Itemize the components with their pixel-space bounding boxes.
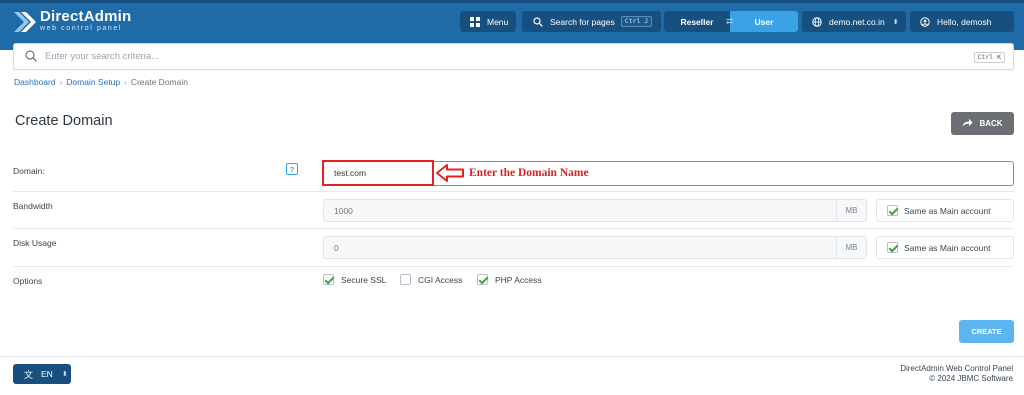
search-pages-button[interactable]: Search for pages Ctrl J xyxy=(522,11,661,32)
bandwidth-label: Bandwidth xyxy=(13,201,53,211)
chevron-right-icon: › xyxy=(59,77,63,87)
option-cgi-access[interactable]: CGI Access xyxy=(400,274,462,285)
language-label: EN xyxy=(41,369,53,379)
search-icon xyxy=(25,49,37,64)
footer-line-2: © 2024 JBMC Software xyxy=(929,374,1013,383)
brand-title: DirectAdmin xyxy=(40,8,132,25)
back-button[interactable]: BACK xyxy=(951,112,1014,135)
secure-ssl-label: Secure SSL xyxy=(341,274,387,285)
search-input[interactable] xyxy=(45,51,925,62)
row-divider xyxy=(13,228,1014,229)
footer-line-1: DirectAdmin Web Control Panel xyxy=(900,364,1013,373)
annotation-arrow-icon xyxy=(435,163,465,185)
swap-icon: ⇄ xyxy=(726,16,734,26)
menu-button[interactable]: Menu xyxy=(460,11,516,32)
disk-usage-same-checkbox[interactable] xyxy=(887,242,898,253)
grid-icon xyxy=(470,16,480,27)
chevron-right-icon: › xyxy=(124,77,127,87)
translate-icon: 文 xyxy=(24,369,34,380)
reseller-toggle[interactable]: Reseller xyxy=(664,11,730,32)
secure-ssl-checkbox[interactable] xyxy=(323,274,334,285)
breadcrumb-dashboard[interactable]: Dashboard xyxy=(14,77,56,87)
cgi-access-checkbox[interactable] xyxy=(400,274,411,285)
menu-label: Menu xyxy=(487,16,509,27)
user-greeting: Hello, demosh xyxy=(937,16,992,27)
bandwidth-field[interactable]: MB xyxy=(323,199,867,222)
php-access-label: PHP Access xyxy=(495,274,542,285)
domain-label: Domain: xyxy=(13,166,45,176)
bandwidth-input[interactable] xyxy=(334,205,814,216)
directadmin-logo-icon xyxy=(12,11,36,33)
disk-usage-same-as-main[interactable]: Same as Main account xyxy=(876,236,1014,259)
search-icon xyxy=(533,16,543,27)
brand-logo[interactable]: DirectAdmin web control panel xyxy=(12,8,132,33)
chevron-updown-icon: ⬍ xyxy=(61,371,68,378)
disk-usage-same-label: Same as Main account xyxy=(904,242,991,253)
domain-selector[interactable]: demo.net.co.in ⬍ xyxy=(802,11,906,32)
bandwidth-same-as-main[interactable]: Same as Main account xyxy=(876,199,1014,222)
bandwidth-unit: MB xyxy=(836,200,866,221)
breadcrumb-current: Create Domain xyxy=(130,77,188,87)
user-icon xyxy=(920,16,930,27)
disk-usage-field[interactable]: MB xyxy=(323,236,867,259)
footer-divider xyxy=(0,356,1024,357)
share-arrow-icon xyxy=(962,118,973,129)
bandwidth-same-checkbox[interactable] xyxy=(887,205,898,216)
create-button[interactable]: CREATE xyxy=(959,320,1014,343)
back-label: BACK xyxy=(979,119,1003,128)
chevron-updown-icon: ⬍ xyxy=(892,18,899,26)
annotation-highlight-box xyxy=(322,160,434,186)
global-search-bar: Ctrl K xyxy=(13,43,1014,70)
options-label: Options xyxy=(13,276,43,286)
option-php-access[interactable]: PHP Access xyxy=(477,274,542,285)
help-icon[interactable]: ? xyxy=(286,163,298,175)
breadcrumb: Dashboard › Domain Setup › Create Domain xyxy=(14,77,188,87)
disk-usage-unit: MB xyxy=(836,237,866,258)
row-divider xyxy=(13,266,1014,267)
brand-subtitle: web control panel xyxy=(40,25,123,32)
page-title: Create Domain xyxy=(15,113,113,129)
php-access-checkbox[interactable] xyxy=(477,274,488,285)
globe-icon xyxy=(812,16,822,27)
search-shortcut: Ctrl K xyxy=(973,52,1005,63)
language-selector[interactable]: 文 EN ⬍ xyxy=(13,364,71,384)
option-secure-ssl[interactable]: Secure SSL xyxy=(323,274,386,285)
disk-usage-label: Disk Usage xyxy=(13,238,57,248)
search-pages-shortcut: Ctrl J xyxy=(620,16,653,27)
footer-copyright: DirectAdmin Web Control Panel © 2024 JBM… xyxy=(900,364,1013,384)
disk-usage-input[interactable] xyxy=(334,242,814,253)
user-menu-button[interactable]: Hello, demosh xyxy=(910,11,1014,32)
breadcrumb-domain-setup[interactable]: Domain Setup xyxy=(66,77,120,87)
role-switcher[interactable]: Reseller User ⇄ xyxy=(664,11,798,32)
search-pages-label: Search for pages xyxy=(550,16,615,27)
annotation-text: Enter the Domain Name xyxy=(469,167,589,179)
domain-selector-label: demo.net.co.in xyxy=(829,16,885,27)
bandwidth-same-label: Same as Main account xyxy=(904,205,991,216)
cgi-access-label: CGI Access xyxy=(418,274,463,285)
user-toggle[interactable]: User xyxy=(730,11,798,32)
row-divider xyxy=(13,191,1014,192)
top-band xyxy=(0,0,1024,3)
